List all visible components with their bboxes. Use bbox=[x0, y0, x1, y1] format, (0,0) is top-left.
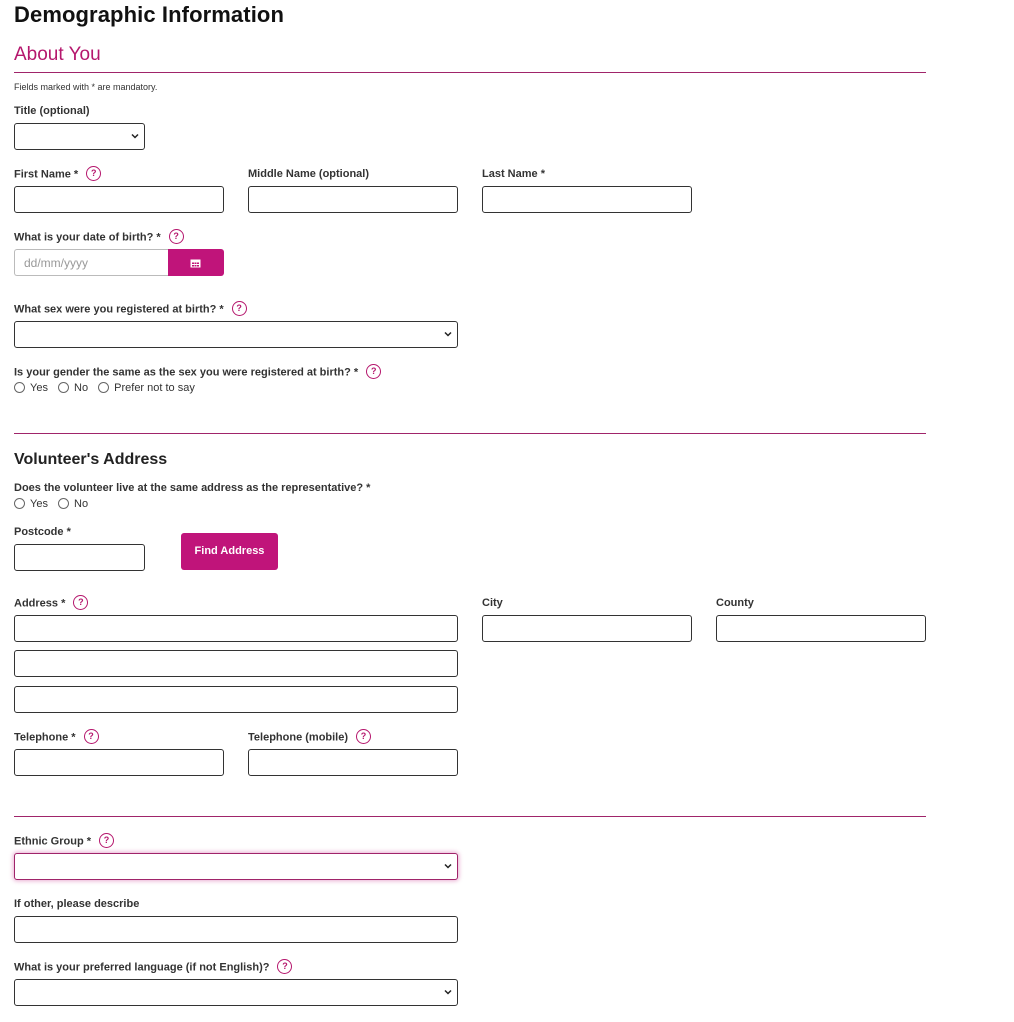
last-name-input[interactable] bbox=[482, 186, 692, 213]
gender-label: Is your gender the same as the sex you w… bbox=[14, 364, 382, 380]
page-title: Demographic Information bbox=[14, 2, 284, 27]
same-address-option-yes[interactable]: Yes bbox=[14, 497, 48, 510]
county-input[interactable] bbox=[716, 615, 926, 642]
chevron-down-icon bbox=[444, 863, 452, 869]
section-title-about-you: About You bbox=[14, 44, 101, 65]
postcode-input[interactable] bbox=[14, 544, 145, 571]
address-line-1-input[interactable] bbox=[14, 615, 458, 642]
radio-label: No bbox=[74, 498, 89, 510]
radio-label: Yes bbox=[30, 498, 48, 510]
other-ethnicity-label: If other, please describe bbox=[14, 898, 140, 910]
city-input[interactable] bbox=[482, 615, 692, 642]
find-address-button[interactable]: Find Address bbox=[181, 533, 278, 570]
sex-label: What sex were you registered at birth? *… bbox=[14, 301, 247, 317]
gender-option-no[interactable]: No bbox=[58, 381, 89, 394]
chevron-down-icon bbox=[131, 133, 139, 139]
address-label: Address *? bbox=[14, 595, 89, 611]
radio-label: No bbox=[74, 382, 89, 394]
language-label: What is your preferred language (if not … bbox=[14, 959, 293, 975]
radio-label: Yes bbox=[30, 382, 48, 394]
help-icon[interactable]: ? bbox=[366, 364, 382, 379]
dob-label: What is your date of birth? *? bbox=[14, 229, 184, 245]
section-title-address: Volunteer's Address bbox=[14, 451, 168, 468]
mobile-label: Telephone (mobile)? bbox=[248, 729, 372, 745]
language-label-text: What is your preferred language (if not … bbox=[14, 961, 270, 974]
help-icon[interactable]: ? bbox=[73, 595, 89, 610]
calendar-icon bbox=[190, 259, 201, 268]
same-address-radio-group: Yes No bbox=[14, 497, 95, 510]
address-line-2-input[interactable] bbox=[14, 650, 458, 677]
other-ethnicity-input[interactable] bbox=[14, 916, 458, 943]
address-label-text: Address * bbox=[14, 597, 66, 610]
ethnic-group-select[interactable] bbox=[14, 853, 458, 880]
first-name-label-text: First Name * bbox=[14, 168, 79, 181]
last-name-label: Last Name * bbox=[482, 168, 545, 180]
city-label: City bbox=[482, 597, 503, 609]
mobile-input[interactable] bbox=[248, 749, 458, 776]
calendar-button[interactable] bbox=[168, 249, 224, 276]
radio-label: Prefer not to say bbox=[114, 382, 195, 394]
middle-name-label: Middle Name (optional) bbox=[248, 168, 369, 180]
first-name-label: First Name *? bbox=[14, 166, 102, 182]
ethnic-group-label-text: Ethnic Group * bbox=[14, 835, 91, 848]
radio-button[interactable] bbox=[14, 497, 25, 509]
title-select[interactable] bbox=[14, 123, 145, 150]
help-icon[interactable]: ? bbox=[86, 166, 102, 181]
mandatory-note: Fields marked with * are mandatory. bbox=[14, 82, 158, 92]
chevron-down-icon bbox=[444, 989, 452, 995]
radio-button[interactable] bbox=[58, 381, 70, 393]
help-icon[interactable]: ? bbox=[168, 229, 184, 244]
telephone-label-text: Telephone * bbox=[14, 731, 76, 744]
gender-option-yes[interactable]: Yes bbox=[14, 381, 48, 394]
first-name-input[interactable] bbox=[14, 186, 224, 213]
help-icon[interactable]: ? bbox=[99, 833, 114, 848]
help-icon[interactable]: ? bbox=[231, 301, 247, 316]
section-divider bbox=[14, 433, 926, 434]
help-icon[interactable]: ? bbox=[277, 959, 293, 974]
mobile-label-text: Telephone (mobile) bbox=[248, 731, 349, 744]
help-icon[interactable]: ? bbox=[356, 729, 372, 744]
dob-label-text: What is your date of birth? * bbox=[14, 231, 161, 244]
radio-button[interactable] bbox=[14, 381, 25, 393]
sex-label-text: What sex were you registered at birth? * bbox=[14, 303, 224, 316]
sex-select[interactable] bbox=[14, 321, 458, 348]
language-select[interactable] bbox=[14, 979, 458, 1006]
address-line-3-input[interactable] bbox=[14, 686, 458, 713]
radio-button[interactable] bbox=[98, 381, 110, 393]
middle-name-input[interactable] bbox=[248, 186, 458, 213]
same-address-label: Does the volunteer live at the same addr… bbox=[14, 482, 371, 494]
postcode-label: Postcode * bbox=[14, 526, 71, 538]
chevron-down-icon bbox=[444, 331, 452, 337]
section-divider bbox=[14, 816, 926, 817]
dob-input[interactable]: dd/mm/yyyy bbox=[14, 249, 168, 276]
title-label: Title (optional) bbox=[14, 105, 90, 117]
same-address-option-no[interactable]: No bbox=[58, 497, 89, 510]
gender-label-text: Is your gender the same as the sex you w… bbox=[14, 366, 359, 379]
section-divider bbox=[14, 72, 926, 73]
telephone-input[interactable] bbox=[14, 749, 224, 776]
county-label: County bbox=[716, 597, 754, 609]
help-icon[interactable]: ? bbox=[83, 729, 99, 744]
ethnic-group-label: Ethnic Group *? bbox=[14, 833, 114, 849]
radio-button[interactable] bbox=[58, 497, 70, 509]
gender-radio-group: Yes No Prefer not to say bbox=[14, 381, 202, 394]
gender-option-prefer-not[interactable]: Prefer not to say bbox=[98, 381, 195, 394]
telephone-label: Telephone *? bbox=[14, 729, 99, 745]
